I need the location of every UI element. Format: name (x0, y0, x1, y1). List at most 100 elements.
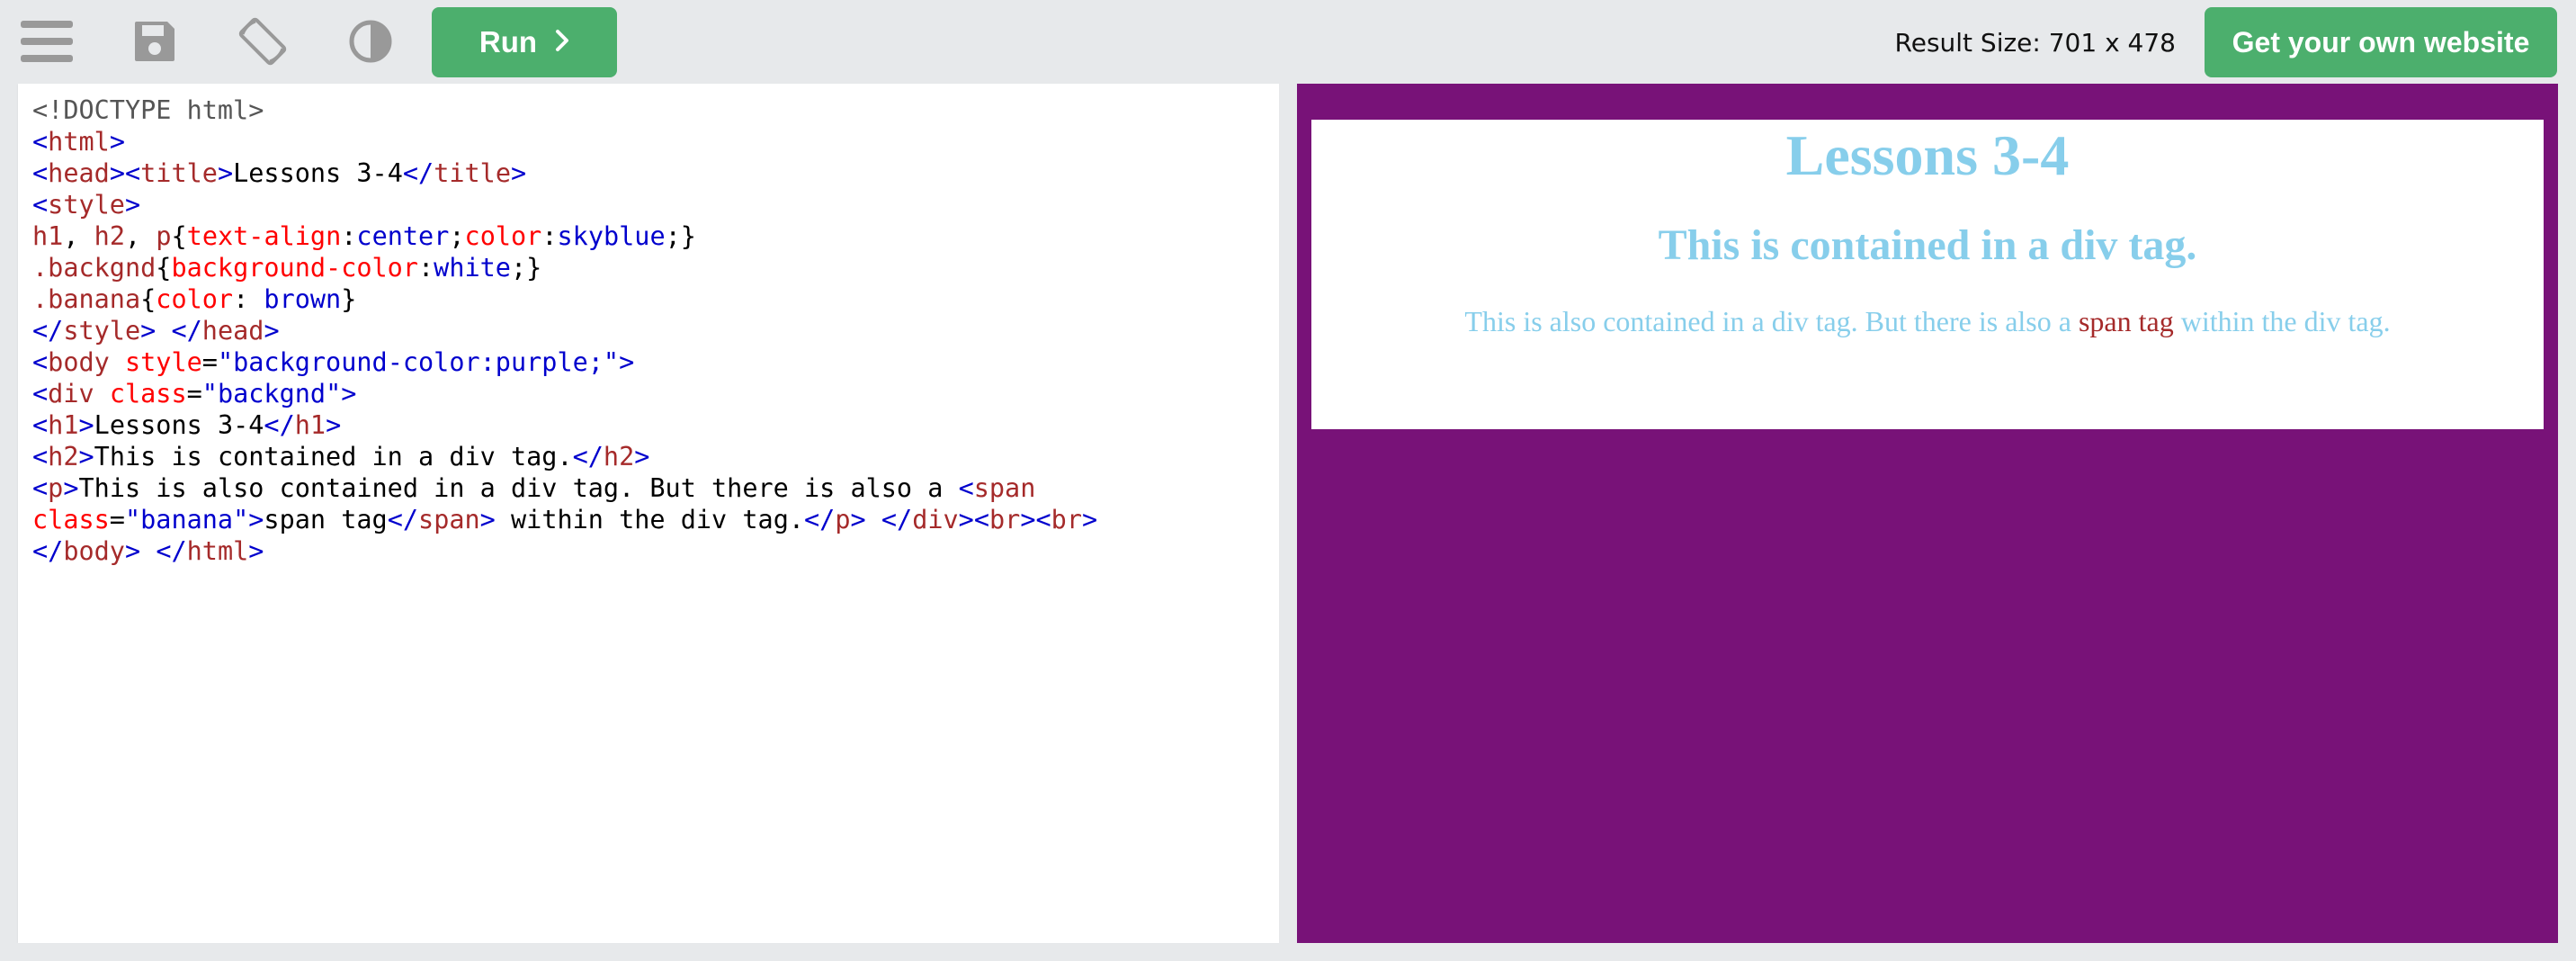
code-token: text-align (186, 221, 342, 251)
code-token: "background-color:purple;" (217, 347, 620, 377)
code-line[interactable]: h1, h2, p{text-align:center;color:skyblu… (32, 220, 1274, 252)
code-token: : (541, 221, 558, 251)
code-token: "backgnd" (201, 379, 342, 409)
code-token: < (32, 190, 49, 220)
code-token: class (32, 505, 110, 534)
code-line[interactable]: <style> (32, 189, 1274, 220)
code-token: Lessons 3-4 (233, 158, 403, 188)
code-token: > (634, 442, 650, 472)
code-token: >< (1020, 505, 1051, 534)
code-token: white (434, 253, 511, 283)
code-text[interactable]: <!DOCTYPE html> <html> <head><title>Lesson… (32, 94, 1274, 567)
code-line[interactable]: </body> </html> (32, 535, 1274, 567)
code-token: head (201, 316, 264, 346)
code-token: > (140, 316, 157, 346)
contrast-theme-icon[interactable] (342, 13, 399, 70)
result-heading-2: This is contained in a div tag. (1658, 221, 2197, 269)
save-floppy-icon[interactable] (126, 13, 183, 70)
code-token: >< (958, 505, 989, 534)
result-heading-1: Lessons 3-4 (1785, 123, 2070, 187)
code-token: , (63, 221, 94, 251)
code-token: < (32, 442, 49, 472)
code-token: body (63, 536, 125, 566)
code-token: < (958, 473, 974, 503)
code-token: center (356, 221, 450, 251)
code-token: h2 (603, 442, 635, 472)
code-line[interactable]: <h1>Lessons 3-4</h1> (32, 409, 1274, 441)
code-token: h1 (48, 410, 79, 440)
code-token: within the div tag. (495, 505, 805, 534)
result-paragraph-text-after: within the div tag. (2173, 305, 2391, 337)
run-button[interactable]: Run (432, 7, 617, 77)
code-token: span (973, 473, 1036, 503)
code-token: .backgnd (32, 253, 157, 283)
code-token: p (156, 221, 172, 251)
code-line[interactable]: .banana{color: brown} (32, 283, 1274, 315)
code-token: br (989, 505, 1021, 534)
result-preview: Lessons 3-4 This is contained in a div t… (1297, 84, 2558, 943)
code-token: div (912, 505, 959, 534)
code-line[interactable]: </style> </head> (32, 315, 1274, 346)
code-token: span tag (264, 505, 388, 534)
code-token: </ (804, 505, 836, 534)
hamburger-menu-icon[interactable] (18, 13, 76, 70)
code-token: > (78, 442, 94, 472)
code-token: > (124, 190, 141, 220)
code-token: } (341, 284, 357, 314)
code-token: > (1081, 505, 1098, 534)
code-token: < (32, 347, 49, 377)
code-token: </ (156, 536, 187, 566)
code-token: > (510, 158, 527, 188)
code-token: > (326, 410, 342, 440)
code-line[interactable]: .backgnd{background-color:white;} (32, 252, 1274, 283)
code-token: <!DOCTYPE html> (32, 95, 264, 125)
code-token: </ (881, 505, 913, 534)
code-token: < (32, 473, 49, 503)
code-token: color (464, 221, 542, 251)
code-token: span (418, 505, 480, 534)
code-token: < (32, 379, 49, 409)
code-token: style (63, 316, 141, 346)
code-token: This is contained in a div tag. (94, 442, 573, 472)
code-token: h1 (32, 221, 64, 251)
code-line[interactable]: <body style="background-color:purple;"> (32, 346, 1274, 378)
code-token: </ (171, 316, 202, 346)
get-own-website-button[interactable]: Get your own website (2205, 7, 2557, 77)
code-token: class (109, 379, 187, 409)
code-line[interactable]: <h2>This is contained in a div tag.</h2> (32, 441, 1274, 472)
code-token: h2 (94, 221, 125, 251)
code-line[interactable]: <p>This is also contained in a div tag. … (32, 472, 1274, 504)
code-token: = (186, 379, 202, 409)
code-token: brown (264, 284, 342, 314)
code-token: background-color (171, 253, 418, 283)
code-token: div (48, 379, 94, 409)
code-token: : (341, 221, 357, 251)
code-line[interactable]: <div class="backgnd"> (32, 378, 1274, 409)
bottom-gutter (0, 943, 2576, 961)
code-token: h1 (294, 410, 326, 440)
code-line[interactable]: class="banana">span tag</span> within th… (32, 504, 1274, 535)
code-line[interactable]: <html> (32, 126, 1274, 157)
code-token: > (63, 473, 79, 503)
code-token: = (201, 347, 218, 377)
code-editor[interactable]: <!DOCTYPE html> <html> <head><title>Lesson… (18, 84, 1279, 943)
rotate-orientation-icon[interactable] (234, 13, 291, 70)
code-token: { (171, 221, 187, 251)
code-token: title (140, 158, 218, 188)
code-token: > (217, 158, 234, 188)
code-line[interactable]: <head><title>Lessons 3-4</title> (32, 157, 1274, 189)
code-token: , (124, 221, 157, 251)
code-token: title (434, 158, 511, 188)
code-token: > (619, 347, 635, 377)
pane-resize-handle[interactable] (1279, 84, 1297, 943)
code-token: h2 (48, 442, 79, 472)
code-token: > (109, 127, 125, 157)
code-token: </ (32, 536, 64, 566)
code-token: color (156, 284, 234, 314)
code-line[interactable]: <!DOCTYPE html> (32, 94, 1274, 126)
